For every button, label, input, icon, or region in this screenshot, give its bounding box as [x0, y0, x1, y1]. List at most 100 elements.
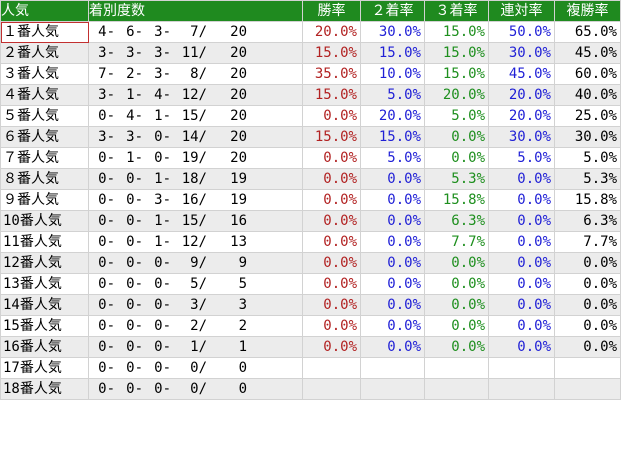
table-row[interactable]: 18番人気 0- 0- 0- 0/0 [0, 378, 621, 400]
third-rate-cell[interactable]: 5.3% [424, 168, 489, 190]
quinella-rate-cell[interactable]: 0.0% [488, 252, 555, 274]
table-row[interactable]: 14番人気 0- 0- 0- 3/3 0.0% 0.0% 0.0% 0.0% 0.0% [0, 294, 621, 316]
record-cell[interactable]: 7- 2- 3- 8/20 [88, 63, 303, 85]
win-rate-cell[interactable]: 15.0% [302, 42, 361, 64]
place-rate-cell[interactable]: 65.0% [554, 21, 621, 43]
popularity-label-cell[interactable]: ８番人気 [0, 168, 89, 190]
header-quinella-rate[interactable]: 連対率 [488, 0, 555, 22]
popularity-label-cell[interactable]: ４番人気 [0, 84, 89, 106]
quinella-rate-cell[interactable]: 30.0% [488, 126, 555, 148]
place-rate-cell[interactable]: 30.0% [554, 126, 621, 148]
place-rate-cell[interactable]: 45.0% [554, 42, 621, 64]
table-row[interactable]: ３番人気 7- 2- 3- 8/20 35.0% 10.0% 15.0% 45.0% 60.0% [0, 63, 621, 85]
popularity-label-cell[interactable]: 12番人気 [0, 252, 89, 274]
popularity-label-cell[interactable]: 15番人気 [0, 315, 89, 337]
popularity-label-cell[interactable]: 13番人気 [0, 273, 89, 295]
popularity-label-cell[interactable]: ３番人気 [0, 63, 89, 85]
second-rate-cell[interactable]: 15.0% [360, 126, 425, 148]
win-rate-cell[interactable]: 15.0% [302, 126, 361, 148]
quinella-rate-cell[interactable]: 45.0% [488, 63, 555, 85]
table-row[interactable]: 10番人気 0- 0- 1- 15/16 0.0% 0.0% 6.3% 0.0% 6.3% [0, 210, 621, 232]
record-cell[interactable]: 0- 0- 0- 0/0 [88, 378, 303, 400]
win-rate-cell[interactable]: 0.0% [302, 147, 361, 169]
record-cell[interactable]: 0- 0- 0- 3/3 [88, 294, 303, 316]
third-rate-cell[interactable]: 15.0% [424, 42, 489, 64]
popularity-label-cell[interactable]: １番人気 [0, 21, 89, 43]
second-rate-cell[interactable]: 20.0% [360, 105, 425, 127]
second-rate-cell[interactable]: 30.0% [360, 21, 425, 43]
third-rate-cell[interactable]: 0.0% [424, 336, 489, 358]
place-rate-cell[interactable]: 0.0% [554, 273, 621, 295]
popularity-label-cell[interactable]: 10番人気 [0, 210, 89, 232]
popularity-label-cell[interactable]: ６番人気 [0, 126, 89, 148]
place-rate-cell[interactable] [554, 357, 621, 379]
popularity-label-cell[interactable]: ５番人気 [0, 105, 89, 127]
win-rate-cell[interactable]: 15.0% [302, 84, 361, 106]
third-rate-cell[interactable]: 6.3% [424, 210, 489, 232]
second-rate-cell[interactable]: 0.0% [360, 336, 425, 358]
third-rate-cell[interactable]: 15.0% [424, 21, 489, 43]
second-rate-cell[interactable]: 0.0% [360, 168, 425, 190]
record-cell[interactable]: 0- 0- 1- 12/13 [88, 231, 303, 253]
quinella-rate-cell[interactable]: 20.0% [488, 84, 555, 106]
table-row[interactable]: ２番人気 3- 3- 3- 11/20 15.0% 15.0% 15.0% 30.0% 45.0% [0, 42, 621, 64]
place-rate-cell[interactable]: 7.7% [554, 231, 621, 253]
win-rate-cell[interactable]: 0.0% [302, 189, 361, 211]
table-row[interactable]: 17番人気 0- 0- 0- 0/0 [0, 357, 621, 379]
quinella-rate-cell[interactable]: 0.0% [488, 294, 555, 316]
place-rate-cell[interactable]: 60.0% [554, 63, 621, 85]
third-rate-cell[interactable]: 15.8% [424, 189, 489, 211]
second-rate-cell[interactable]: 15.0% [360, 42, 425, 64]
place-rate-cell[interactable]: 5.3% [554, 168, 621, 190]
win-rate-cell[interactable] [302, 357, 361, 379]
record-cell[interactable]: 0- 0- 0- 1/1 [88, 336, 303, 358]
header-win-rate[interactable]: 勝率 [302, 0, 361, 22]
table-row[interactable]: 15番人気 0- 0- 0- 2/2 0.0% 0.0% 0.0% 0.0% 0.0% [0, 315, 621, 337]
record-cell[interactable]: 3- 3- 3- 11/20 [88, 42, 303, 64]
record-cell[interactable]: 0- 0- 0- 5/5 [88, 273, 303, 295]
third-rate-cell[interactable]: 0.0% [424, 315, 489, 337]
win-rate-cell[interactable]: 0.0% [302, 315, 361, 337]
popularity-label-cell[interactable]: 16番人気 [0, 336, 89, 358]
second-rate-cell[interactable]: 0.0% [360, 273, 425, 295]
win-rate-cell[interactable]: 0.0% [302, 252, 361, 274]
win-rate-cell[interactable]: 0.0% [302, 210, 361, 232]
record-cell[interactable]: 0- 0- 1- 18/19 [88, 168, 303, 190]
quinella-rate-cell[interactable]: 0.0% [488, 273, 555, 295]
quinella-rate-cell[interactable]: 30.0% [488, 42, 555, 64]
second-rate-cell[interactable] [360, 378, 425, 400]
record-cell[interactable]: 0- 0- 1- 15/16 [88, 210, 303, 232]
place-rate-cell[interactable]: 0.0% [554, 336, 621, 358]
quinella-rate-cell[interactable]: 5.0% [488, 147, 555, 169]
record-cell[interactable]: 0- 0- 0- 0/0 [88, 357, 303, 379]
header-place-rate[interactable]: 複勝率 [554, 0, 621, 22]
win-rate-cell[interactable]: 35.0% [302, 63, 361, 85]
third-rate-cell[interactable]: 0.0% [424, 273, 489, 295]
popularity-label-cell[interactable]: ９番人気 [0, 189, 89, 211]
place-rate-cell[interactable]: 40.0% [554, 84, 621, 106]
place-rate-cell[interactable]: 0.0% [554, 252, 621, 274]
popularity-label-cell[interactable]: ７番人気 [0, 147, 89, 169]
second-rate-cell[interactable]: 0.0% [360, 294, 425, 316]
third-rate-cell[interactable]: 15.0% [424, 63, 489, 85]
record-cell[interactable]: 3- 1- 4- 12/20 [88, 84, 303, 106]
second-rate-cell[interactable]: 0.0% [360, 315, 425, 337]
second-rate-cell[interactable] [360, 357, 425, 379]
record-cell[interactable]: 0- 1- 0- 19/20 [88, 147, 303, 169]
popularity-label-cell[interactable]: 17番人気 [0, 357, 89, 379]
quinella-rate-cell[interactable]: 0.0% [488, 231, 555, 253]
header-popularity[interactable]: 人気 [0, 0, 89, 22]
record-cell[interactable]: 0- 0- 0- 2/2 [88, 315, 303, 337]
header-second-rate[interactable]: ２着率 [360, 0, 425, 22]
win-rate-cell[interactable]: 0.0% [302, 231, 361, 253]
table-row[interactable]: ７番人気 0- 1- 0- 19/20 0.0% 5.0% 0.0% 5.0% 5.0% [0, 147, 621, 169]
third-rate-cell[interactable]: 0.0% [424, 126, 489, 148]
quinella-rate-cell[interactable] [488, 378, 555, 400]
quinella-rate-cell[interactable]: 20.0% [488, 105, 555, 127]
third-rate-cell[interactable]: 7.7% [424, 231, 489, 253]
third-rate-cell[interactable]: 0.0% [424, 252, 489, 274]
header-third-rate[interactable]: ３着率 [424, 0, 489, 22]
record-cell[interactable]: 0- 4- 1- 15/20 [88, 105, 303, 127]
place-rate-cell[interactable] [554, 378, 621, 400]
second-rate-cell[interactable]: 10.0% [360, 63, 425, 85]
